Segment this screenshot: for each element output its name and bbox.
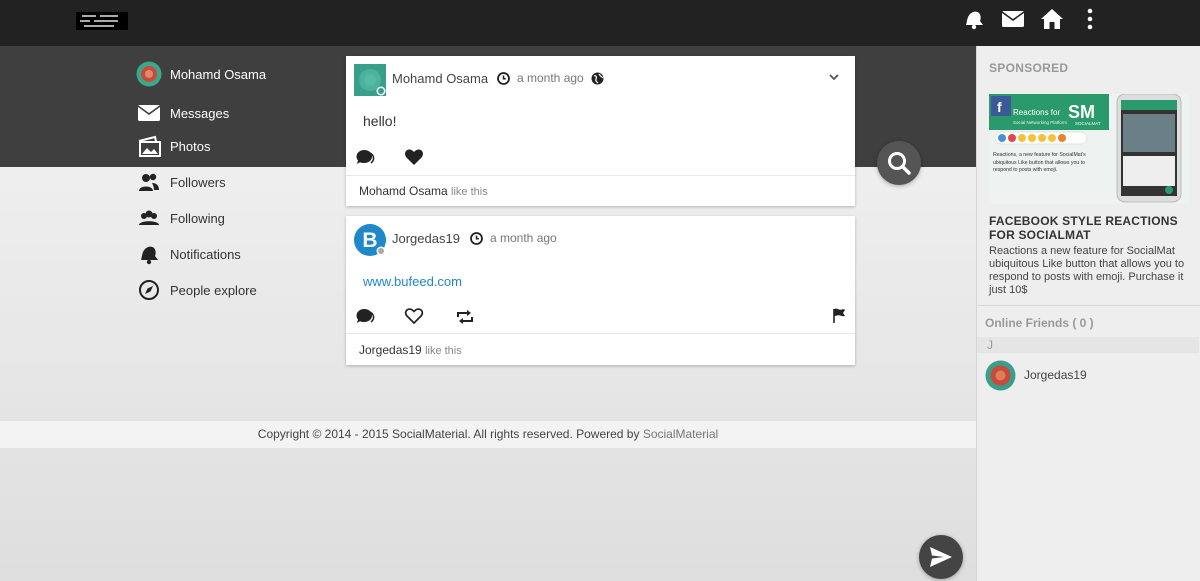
divider	[977, 305, 1200, 306]
menu-label: Notifications	[170, 246, 241, 262]
avatar[interactable]: B	[354, 224, 386, 256]
comment-icon[interactable]	[355, 148, 375, 166]
avatar[interactable]	[354, 64, 386, 96]
svg-text:f: f	[997, 99, 1002, 115]
menu-item-profile[interactable]: Mohamd Osama	[136, 60, 336, 88]
right-sidebar: SPONSORED f Reactions for Social Network…	[976, 46, 1200, 581]
user-avatar-icon	[136, 61, 162, 87]
photos-icon	[136, 133, 162, 159]
online-friends-heading: Online Friends ( 0 )	[985, 316, 1094, 330]
heart-filled-icon[interactable]	[404, 148, 424, 166]
post-author[interactable]: Mohamd Osama	[392, 71, 488, 86]
post-card: Mohamd Osama a month ago hello! Mohamd O…	[346, 56, 855, 206]
ad-title[interactable]: FACEBOOK STYLE REACTIONS FOR SOCIALMAT	[989, 214, 1189, 242]
liker-name[interactable]: Mohamd Osama	[359, 184, 448, 198]
post-time: a month ago	[497, 71, 584, 85]
menu-label: Following	[170, 210, 225, 226]
time-text: a month ago	[490, 231, 557, 245]
copyright-text: Copyright © 2014 - 2015 SocialMaterial. …	[257, 427, 640, 441]
menu-item-people-explore[interactable]: People explore	[136, 276, 336, 304]
menu-label: Mohamd Osama	[170, 66, 267, 82]
globe-icon	[591, 72, 604, 85]
post-text: hello!	[363, 113, 397, 129]
sponsored-ad-image[interactable]: f Reactions for Social Networking Platfo…	[989, 94, 1189, 204]
clock-icon	[470, 231, 483, 245]
followers-icon	[136, 169, 162, 195]
svg-text:Reactions for: Reactions for	[1013, 108, 1060, 117]
post-header: Mohamd Osama a month ago	[346, 56, 855, 104]
liker-name[interactable]: Jorgedas19	[359, 343, 422, 357]
menu-label: Photos	[170, 138, 211, 154]
menu-label: People explore	[170, 282, 257, 298]
notifications-bell-icon[interactable]	[962, 8, 986, 30]
menu-item-following[interactable]: Following	[136, 204, 336, 232]
report-flag-icon[interactable]	[830, 307, 850, 325]
post-time: a month ago	[470, 231, 557, 245]
footer: Copyright © 2014 - 2015 SocialMaterial. …	[0, 421, 976, 448]
menu-item-notifications[interactable]: Notifications	[136, 240, 336, 268]
top-navbar	[0, 0, 1200, 46]
like-suffix: like this	[451, 186, 488, 198]
menu-item-followers[interactable]: Followers	[136, 168, 336, 196]
friend-avatar	[985, 360, 1016, 391]
envelope-icon	[136, 100, 162, 126]
like-suffix: like this	[425, 345, 462, 357]
site-logo[interactable]	[76, 10, 128, 32]
home-icon[interactable]	[1040, 8, 1064, 30]
post-header: B Jorgedas19 a month ago	[346, 216, 855, 264]
avatar-letter: B	[362, 229, 377, 252]
more-vertical-icon[interactable]	[1078, 8, 1102, 30]
send-icon	[930, 547, 952, 567]
online-friend-item[interactable]: Jorgedas19	[985, 360, 1195, 392]
friend-group-letter: J	[977, 337, 1199, 353]
post-card: B Jorgedas19 a month ago www.bufeed.com	[346, 216, 855, 365]
following-icon	[136, 205, 162, 231]
chevron-down-icon[interactable]	[828, 72, 840, 82]
footer-powered-link[interactable]: SocialMaterial	[643, 427, 718, 441]
svg-text:SOCIALMAT: SOCIALMAT	[1075, 121, 1101, 126]
ad-description: Reactions a new feature for SocialMat ub…	[989, 245, 1185, 296]
friend-name: Jorgedas19	[1024, 368, 1087, 382]
post-link-wrap: www.bufeed.com	[363, 273, 462, 289]
menu-item-photos[interactable]: Photos	[136, 132, 336, 160]
comment-icon[interactable]	[355, 307, 375, 325]
search-icon	[888, 152, 911, 175]
sponsored-heading: SPONSORED	[989, 61, 1069, 75]
menu-label: Messages	[170, 105, 230, 121]
menu-label: Followers	[170, 174, 226, 190]
bell-icon	[136, 241, 162, 267]
heart-outline-icon[interactable]	[404, 307, 424, 325]
divider	[346, 175, 855, 176]
send-button[interactable]	[919, 535, 963, 579]
repost-icon[interactable]	[455, 308, 475, 326]
search-button[interactable]	[877, 141, 921, 185]
time-text: a month ago	[517, 71, 584, 85]
divider	[346, 333, 855, 334]
clock-icon	[497, 71, 510, 85]
svg-text:SM: SM	[1068, 102, 1095, 122]
post-author[interactable]: Jorgedas19	[392, 231, 460, 246]
menu-item-messages[interactable]: Messages	[136, 99, 336, 127]
svg-text:Social Networking Platform: Social Networking Platform	[1013, 120, 1067, 125]
post-link[interactable]: www.bufeed.com	[363, 274, 462, 289]
likes-summary: Jorgedas19 like this	[359, 343, 462, 357]
messages-envelope-icon[interactable]	[1001, 8, 1025, 30]
likes-summary: Mohamd Osama like this	[359, 184, 488, 198]
compass-icon	[136, 277, 162, 303]
